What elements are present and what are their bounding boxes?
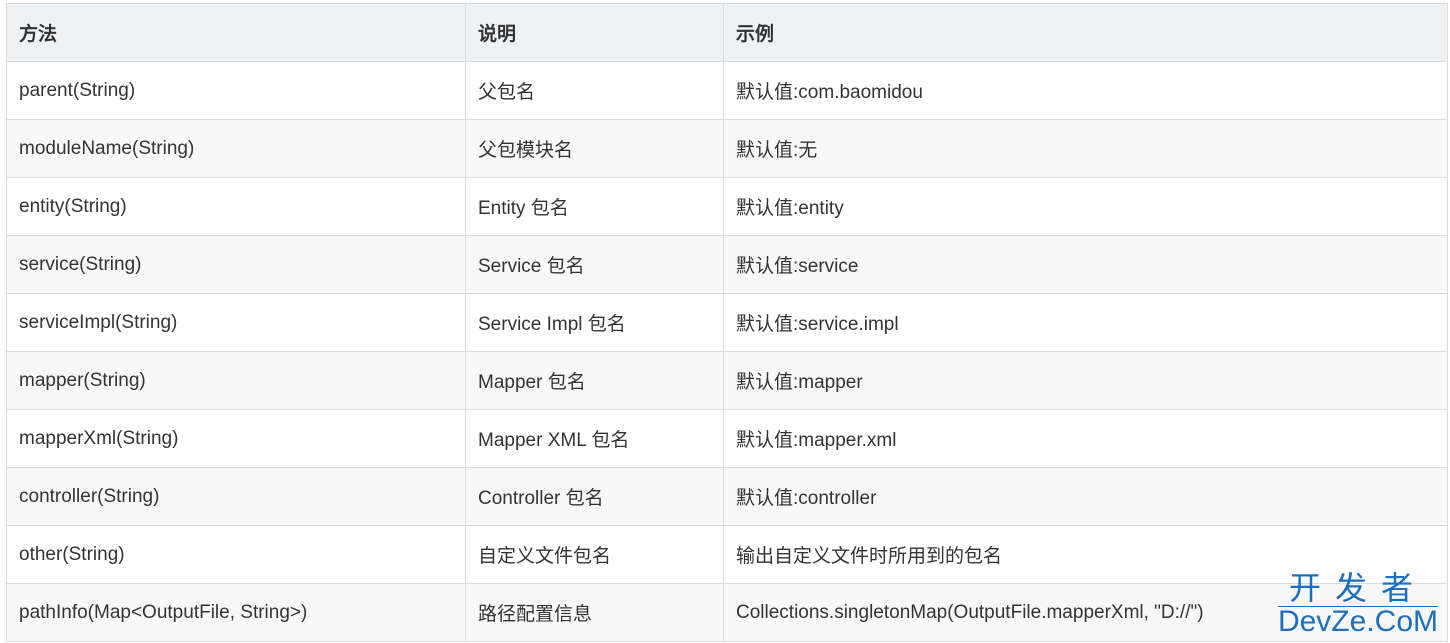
table-row: serviceImpl(String) Service Impl 包名 默认值:se… [6,293,1448,352]
watermark-logo: 开发者 DevZe.CoM [1277,572,1438,638]
cell-description: Controller 包名 [465,467,724,526]
cell-method: controller(String) [6,467,466,526]
cell-method: parent(String) [6,61,466,120]
cell-example: 默认值:无 [723,119,1448,178]
cell-example: 默认值:service.impl [723,293,1448,352]
cell-description: 父包名 [465,61,724,120]
cell-method: entity(String) [6,177,466,236]
header-description: 说明 [465,3,724,62]
cell-description: 自定义文件包名 [465,525,724,584]
table-row: pathInfo(Map<OutputFile, String>) 路径配置信息 C… [6,583,1448,642]
table-row: parent(String) 父包名 默认值:com.baomidou [6,61,1448,120]
cell-description: Mapper XML 包名 [465,409,724,468]
cell-example: 默认值:controller [723,467,1448,526]
table-row: mapperXml(String) Mapper XML 包名 默认值:mapper… [6,409,1448,468]
cell-method: mapperXml(String) [6,409,466,468]
table-row: other(String) 自定义文件包名 输出自定义文件时所用到的包名 [6,525,1448,584]
cell-description: Mapper 包名 [465,351,724,410]
package-config-table: 方法 说明 示例 parent(String) 父包名 默认值:com.baomid… [6,3,1448,642]
cell-description: Service 包名 [465,235,724,294]
cell-method: other(String) [6,525,466,584]
watermark-cn: 开发者 [1277,572,1438,607]
cell-description: 父包模块名 [465,119,724,178]
header-method: 方法 [6,3,466,62]
table-row: mapper(String) Mapper 包名 默认值:mapper [6,351,1448,410]
table-row: entity(String) Entity 包名 默认值:entity [6,177,1448,236]
cell-example: 默认值:com.baomidou [723,61,1448,120]
header-example: 示例 [723,3,1448,62]
cell-method: moduleName(String) [6,119,466,178]
cell-description: 路径配置信息 [465,583,724,642]
cell-example: 默认值:service [723,235,1448,294]
cell-method: serviceImpl(String) [6,293,466,352]
cell-example: 默认值:entity [723,177,1448,236]
cell-method: pathInfo(Map<OutputFile, String>) [6,583,466,642]
table-row: controller(String) Controller 包名 默认值:contr… [6,467,1448,526]
watermark-en: DevZe.CoM [1277,605,1438,638]
table-row: moduleName(String) 父包模块名 默认值:无 [6,119,1448,178]
cell-description: Entity 包名 [465,177,724,236]
cell-method: service(String) [6,235,466,294]
cell-description: Service Impl 包名 [465,293,724,352]
cell-example: 默认值:mapper.xml [723,409,1448,468]
table-header: 方法 说明 示例 [6,3,1448,62]
cell-example: 默认值:mapper [723,351,1448,410]
table-row: service(String) Service 包名 默认值:service [6,235,1448,294]
cell-method: mapper(String) [6,351,466,410]
